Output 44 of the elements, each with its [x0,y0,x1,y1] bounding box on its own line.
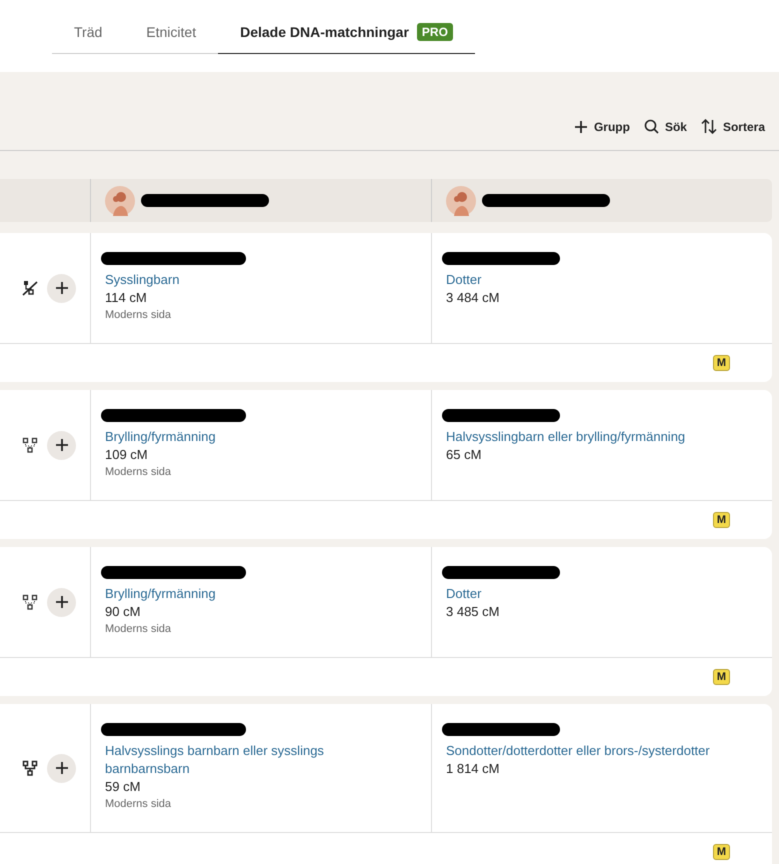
add-button[interactable] [47,274,76,302]
plus-icon [574,120,588,134]
plus-icon [54,438,68,452]
add-button[interactable] [47,430,76,460]
side-text: Moderns sida [105,465,172,480]
shared-cm-text: 65 cM [446,446,482,464]
relationship-link[interactable]: Sondotter/dotterdotter eller brors-/systerdotter [446,742,710,760]
relationship-link[interactable]: Brylling/fyrmänning [105,585,216,603]
relationship-link[interactable]: Dotter [446,271,482,289]
shared-cm-text: 3 485 cM [446,603,500,621]
relationship-link[interactable]: Halvsysslings barnbarn eller sysslings barnbarnsbarn [105,742,360,778]
search-icon [644,119,659,134]
plus-icon [54,761,68,775]
plus-icon [54,281,68,295]
sort-button[interactable]: Sortera [700,115,765,138]
pro-badge: PRO [416,22,453,40]
m-badge: M [712,355,730,371]
avatar-icon [105,186,135,216]
relationship-link[interactable]: Dotter [446,585,482,603]
side-text: Moderns sida [105,308,172,323]
shared-cm-text: 90 cM [105,603,140,621]
side-text: Moderns sida [105,622,172,637]
avatar-icon [446,186,476,216]
tab[interactable]: Etnicitet [124,18,218,54]
m-badge: M [712,512,730,528]
tab[interactable]: Delade DNA-matchningar PRO [218,18,475,54]
sort-icon [700,119,717,134]
relationship-link[interactable]: Brylling/fyrmänning [105,428,216,446]
tab[interactable]: Träd [52,18,124,54]
relationship-link[interactable]: Sysslingbarn [105,271,180,289]
relationship-link[interactable]: Halvsysslingbarn eller brylling/fyrmänning [446,428,686,446]
add-button[interactable] [47,588,76,616]
m-badge: M [712,844,730,860]
add-button[interactable] [47,754,76,782]
shared-cm-text: 3 484 cM [446,289,500,307]
side-text: Moderns sida [105,797,172,812]
add-group-button[interactable]: Grupp [574,115,630,138]
plus-icon [54,595,68,609]
shared-cm-text: 1 814 cM [446,760,500,778]
shared-cm-text: 114 cM [105,289,147,307]
m-badge: M [712,669,730,685]
search-button[interactable]: Sök [644,115,687,138]
shared-cm-text: 109 cM [105,446,148,464]
shared-cm-text: 59 cM [105,778,140,796]
